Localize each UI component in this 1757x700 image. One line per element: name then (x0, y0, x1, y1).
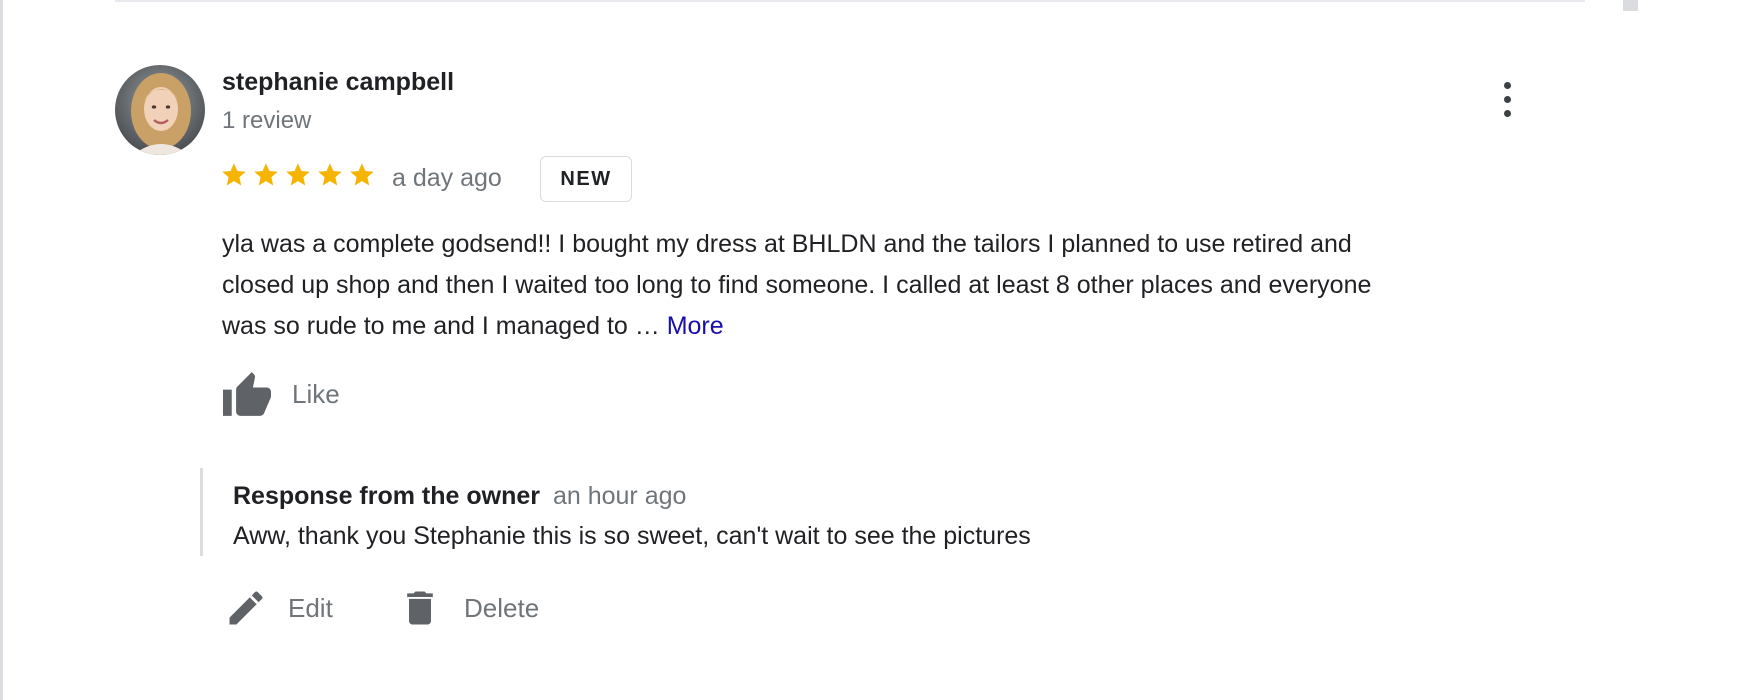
review-timestamp: a day ago (392, 164, 502, 192)
avatar-photo (115, 65, 205, 155)
owner-response-text: Aww, thank you Stephanie this is so swee… (233, 522, 1031, 550)
reviewer-name[interactable]: stephanie campbell (222, 68, 454, 97)
thumb-up-icon (223, 372, 271, 416)
delete-button[interactable]: Delete (398, 586, 539, 630)
owner-response-timestamp: an hour ago (552, 482, 687, 510)
scrollbar-thumb[interactable] (1623, 0, 1638, 11)
avatar[interactable] (115, 65, 205, 155)
trash-icon (407, 591, 433, 625)
edit-label: Edit (288, 592, 333, 623)
more-vert-icon[interactable] (1492, 76, 1522, 122)
owner-response: Response from the owner an hour ago Aww,… (200, 468, 1300, 556)
review-text-line: was so rude to me and I managed to … Mor… (222, 306, 1592, 347)
new-badge: NEW (540, 156, 632, 202)
divider (115, 0, 1585, 2)
owner-response-label: Response from the owner (233, 482, 540, 510)
star-icon (318, 163, 342, 186)
star-icon (254, 163, 278, 186)
edit-button[interactable]: Edit (224, 586, 333, 630)
review-text: yla was a complete godsend!! I bought my… (222, 224, 1592, 347)
menu-dot (1503, 95, 1511, 103)
review-text-fragment: was so rude to me and I managed to … (222, 312, 660, 340)
panel-border (0, 0, 3, 700)
delete-label: Delete (464, 592, 540, 623)
more-link[interactable]: More (667, 312, 724, 340)
like-label: Like (292, 378, 340, 409)
star-icon (222, 163, 246, 186)
star-icon (350, 163, 374, 186)
review-text-line: yla was a complete godsend!! I bought my… (222, 230, 1352, 258)
pencil-icon (229, 591, 263, 625)
like-button[interactable]: Like (220, 370, 340, 418)
star-icon (286, 163, 310, 186)
menu-dot (1503, 81, 1511, 89)
review-count: 1 review (222, 107, 312, 134)
review-card: stephanie campbell 1 review a day ago NE… (0, 0, 1757, 700)
review-text-line: closed up shop and then I waited too lon… (222, 271, 1372, 299)
star-rating (220, 161, 376, 189)
menu-dot (1503, 109, 1511, 117)
owner-response-header: Response from the owner an hour ago (233, 482, 686, 511)
